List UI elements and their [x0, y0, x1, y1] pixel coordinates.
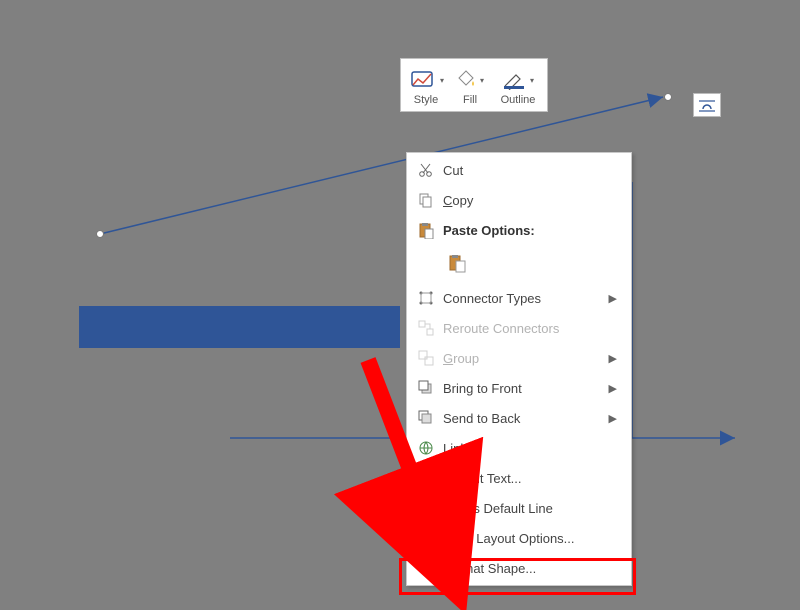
- menu-cut-label: Cut: [443, 163, 623, 178]
- menu-edit-alt-text[interactable]: Edit Alt Text...: [407, 463, 631, 493]
- menu-link-label: Link: [443, 441, 623, 456]
- menu-more-layout-options[interactable]: More Layout Options...: [407, 523, 631, 553]
- layout-options-icon: [697, 97, 717, 113]
- menu-copy[interactable]: Copy: [407, 185, 631, 215]
- menu-copy-label: Copy: [443, 193, 623, 208]
- alt-text-icon: [409, 469, 443, 487]
- format-shape-icon: [409, 559, 443, 577]
- fill-icon: ▾: [456, 65, 484, 93]
- more-layout-icon: [409, 529, 443, 547]
- menu-cut[interactable]: Cut: [407, 155, 631, 185]
- menu-connector-types-label: Connector Types: [443, 291, 609, 306]
- menu-group: Group ▶: [407, 343, 631, 373]
- style-icon: ▾: [408, 65, 444, 93]
- document-canvas[interactable]: ▾ Style ▾ Fill ▾ Outline Cut: [0, 0, 800, 610]
- menu-default-line-label: Set as Default Line: [443, 501, 623, 516]
- menu-alt-text-label: Edit Alt Text...: [443, 471, 623, 486]
- menu-format-shape-label: Format Shape...: [443, 561, 623, 576]
- style-label: Style: [414, 94, 438, 106]
- paste-options-row: [407, 245, 631, 283]
- paste-icon: [409, 221, 443, 239]
- outline-icon: ▾: [502, 65, 534, 93]
- menu-more-layout-label: More Layout Options...: [443, 531, 623, 546]
- link-icon: [409, 439, 443, 457]
- cut-icon: [409, 161, 443, 179]
- menu-set-default-line[interactable]: Set as Default Line: [407, 493, 631, 523]
- connector-types-icon: [409, 289, 443, 307]
- menu-bring-to-front[interactable]: Bring to Front ▶: [407, 373, 631, 403]
- bring-front-icon: [409, 379, 443, 397]
- menu-reroute-label: Reroute Connectors: [443, 321, 623, 336]
- reroute-icon: [409, 319, 443, 337]
- menu-group-label: Group: [443, 351, 609, 366]
- submenu-arrow-icon: ▶: [609, 352, 617, 365]
- menu-format-shape[interactable]: Format Shape...: [407, 553, 631, 583]
- menu-paste-options-label: Paste Options:: [443, 223, 623, 238]
- menu-paste-options-header: Paste Options:: [407, 215, 631, 245]
- menu-connector-types[interactable]: Connector Types ▶: [407, 283, 631, 313]
- outline-dropdown[interactable]: ▾ Outline: [493, 63, 543, 108]
- selection-handle-end[interactable]: [664, 93, 672, 101]
- selection-handle-start[interactable]: [96, 230, 104, 238]
- context-menu: Cut Copy Paste Options: Connector Types …: [406, 152, 632, 586]
- menu-send-back-label: Send to Back: [443, 411, 609, 426]
- menu-reroute-connectors: Reroute Connectors: [407, 313, 631, 343]
- send-back-icon: [409, 409, 443, 427]
- layout-options-button[interactable]: [693, 93, 721, 117]
- fill-label: Fill: [463, 94, 477, 106]
- submenu-arrow-icon: ▶: [609, 412, 617, 425]
- style-dropdown[interactable]: ▾ Style: [405, 63, 447, 108]
- group-icon: [409, 349, 443, 367]
- clipboard-icon: [447, 253, 467, 273]
- menu-bring-front-label: Bring to Front: [443, 381, 609, 396]
- submenu-arrow-icon: ▶: [609, 382, 617, 395]
- copy-icon: [409, 191, 443, 209]
- menu-link[interactable]: Link: [407, 433, 631, 463]
- paste-option-use-destination[interactable]: [443, 249, 471, 277]
- outline-label: Outline: [501, 94, 536, 106]
- rectangle-shape[interactable]: [79, 306, 400, 348]
- submenu-arrow-icon: ▶: [609, 292, 617, 305]
- menu-send-to-back[interactable]: Send to Back ▶: [407, 403, 631, 433]
- fill-dropdown[interactable]: ▾ Fill: [449, 63, 491, 108]
- shape-mini-toolbar: ▾ Style ▾ Fill ▾ Outline: [400, 58, 548, 112]
